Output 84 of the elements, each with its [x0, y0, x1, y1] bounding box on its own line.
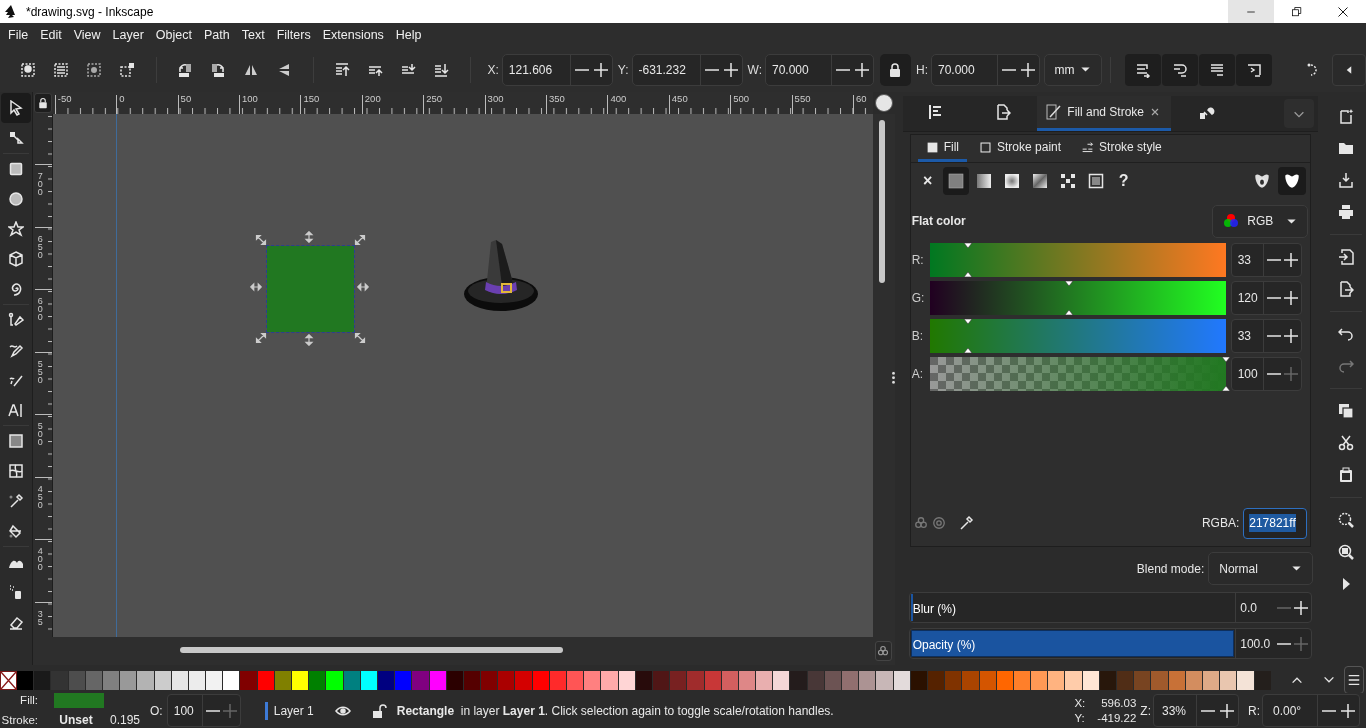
stroke-value[interactable]: Unset [54, 711, 98, 728]
number-field[interactable]: -631.232 [631, 53, 743, 86]
menu-item[interactable]: Text [235, 25, 271, 45]
slider-label: Opacity (%) [912, 637, 976, 654]
number-field[interactable]: 33 [1230, 319, 1302, 353]
channel-label: R: [911, 252, 925, 269]
slider-value: 100.0 [1240, 635, 1272, 653]
ruler-label: 550 [37, 359, 43, 384]
ruler-label: 300 [487, 93, 504, 104]
number-field[interactable]: 33 [1230, 243, 1302, 277]
window-title: *drawing.svg - Inkscape [26, 3, 154, 21]
ruler-label: 400 [37, 547, 43, 571]
ruler-label: 500 [37, 422, 43, 446]
rgba-field[interactable]: 217821ff [1243, 507, 1308, 539]
channel-label: A: [911, 366, 925, 383]
opacity-label: O: [150, 702, 163, 720]
cursor-y-label: Y: [1074, 710, 1086, 726]
ruler-label: 100 [242, 93, 258, 104]
cursor-x-value: 596.03 [1100, 695, 1137, 711]
menu-item[interactable]: Edit [34, 25, 68, 45]
ruler-label: 60 [856, 93, 867, 104]
menu-item[interactable]: View [67, 25, 107, 45]
ruler-label: 350 [549, 93, 565, 104]
ruler-label: 250 [426, 93, 443, 104]
ruler-label: 150 [303, 93, 320, 104]
ruler-label: 500 [733, 93, 750, 104]
ruler-label: 550 [794, 93, 811, 104]
rgba-label: RGBA: [1201, 515, 1240, 532]
status-message: Rectangle in layer Layer 1. Click selection again to toggle scale/rotation handles. [396, 702, 834, 720]
menu-item[interactable]: Extensions [316, 25, 390, 45]
ruler-label: 50 [180, 93, 192, 104]
ruler-label: 600 [37, 297, 43, 321]
ruler-label: 200 [364, 93, 381, 104]
paint-type-button[interactable]: ? [1110, 167, 1137, 195]
slider-value: 0.0 [1240, 599, 1258, 617]
stroke-width-value[interactable]: 0.195 [110, 711, 141, 728]
number-field[interactable]: 70.000 [930, 53, 1040, 86]
cursor-x-label: X: [1074, 695, 1086, 711]
panel-tab[interactable]: Fill and Stroke [1036, 96, 1171, 131]
section-label: Flat color [911, 213, 967, 230]
color-mode-dropdown[interactable]: RGB [1212, 204, 1309, 238]
ruler-label: 450 [37, 484, 43, 509]
slider-label: Blur (%) [912, 601, 957, 618]
zoom-field[interactable]: 33% [1153, 694, 1239, 727]
slider-track[interactable]: Opacity (%) [909, 629, 1237, 658]
fill-label: Fill: [19, 692, 38, 708]
ruler-label: 450 [671, 93, 688, 104]
ruler-label: -50 [57, 93, 72, 104]
subtab[interactable]: Fill [917, 135, 967, 162]
blend-mode-label: Blend mode: [1136, 560, 1205, 578]
field-label: X: [487, 61, 499, 79]
menu-item[interactable]: File [2, 25, 35, 45]
rotation-label: R: [1248, 702, 1260, 720]
layer-name[interactable]: Layer 1 [273, 701, 314, 720]
ruler-label: 650 [37, 234, 43, 259]
field-label: Y: [617, 61, 629, 79]
subtab[interactable]: Stroke paint [971, 135, 1070, 162]
blend-mode-dropdown[interactable]: Normal [1208, 552, 1314, 585]
ruler-label: 700 [37, 172, 43, 196]
menu-item[interactable]: Layer [106, 25, 150, 45]
number-field[interactable]: 100 [1230, 357, 1302, 391]
channel-label: G: [911, 290, 926, 307]
menu-item[interactable]: Object [149, 25, 198, 45]
menu-item[interactable]: Help [389, 25, 428, 45]
field-label: H: [915, 61, 928, 79]
number-field[interactable]: 120 [1230, 281, 1302, 315]
paint-type-button[interactable]: × [914, 167, 941, 195]
ruler-label: 35 [37, 609, 43, 626]
channel-label: B: [911, 328, 925, 345]
cursor-y-value: -419.22 [1097, 710, 1137, 726]
stroke-label: Stroke: [0, 712, 38, 728]
menu-item[interactable]: Filters [270, 25, 317, 45]
opacity-field[interactable]: 100 [166, 694, 241, 727]
zoom-label: Z: [1140, 702, 1151, 720]
rotation-field[interactable]: 0.00° [1262, 694, 1360, 727]
slider-track[interactable]: Blur (%) [909, 593, 1237, 622]
ruler-label: 0 [119, 93, 125, 104]
ruler-label: 400 [610, 93, 627, 104]
subtab[interactable]: Stroke style [1073, 135, 1170, 162]
number-field[interactable]: 70.000 [764, 53, 874, 86]
number-field[interactable]: 121.606 [501, 53, 613, 86]
field-label: W: [747, 61, 762, 79]
menu-item[interactable]: Path [198, 25, 236, 45]
unit-dropdown[interactable]: mm [1043, 53, 1102, 86]
